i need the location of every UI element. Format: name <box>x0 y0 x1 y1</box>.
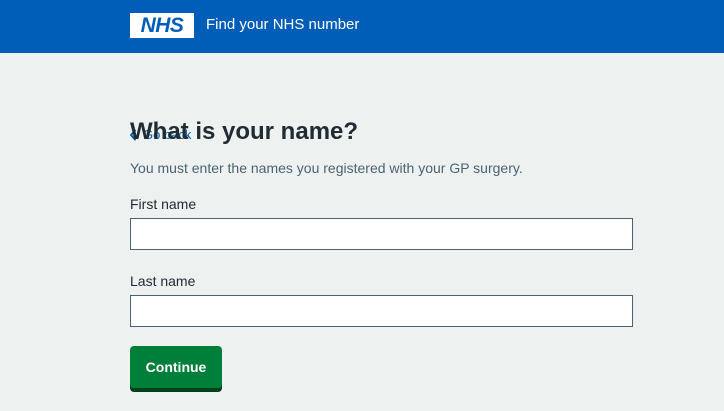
first-name-label: First name <box>130 196 197 212</box>
site-header: NHS Find your NHS number <box>0 0 724 53</box>
nhs-logo[interactable]: NHS <box>130 13 194 38</box>
page-title: What is your name? <box>130 118 359 145</box>
page-hint: You must enter the names you registered … <box>130 160 523 176</box>
last-name-label: Last name <box>130 273 196 289</box>
continue-button[interactable]: Continue <box>130 346 222 388</box>
nhs-logo-text: NHS <box>140 14 184 37</box>
last-name-input[interactable] <box>130 295 633 327</box>
first-name-input[interactable] <box>130 218 633 250</box>
service-name[interactable]: Find your NHS number <box>206 16 359 34</box>
